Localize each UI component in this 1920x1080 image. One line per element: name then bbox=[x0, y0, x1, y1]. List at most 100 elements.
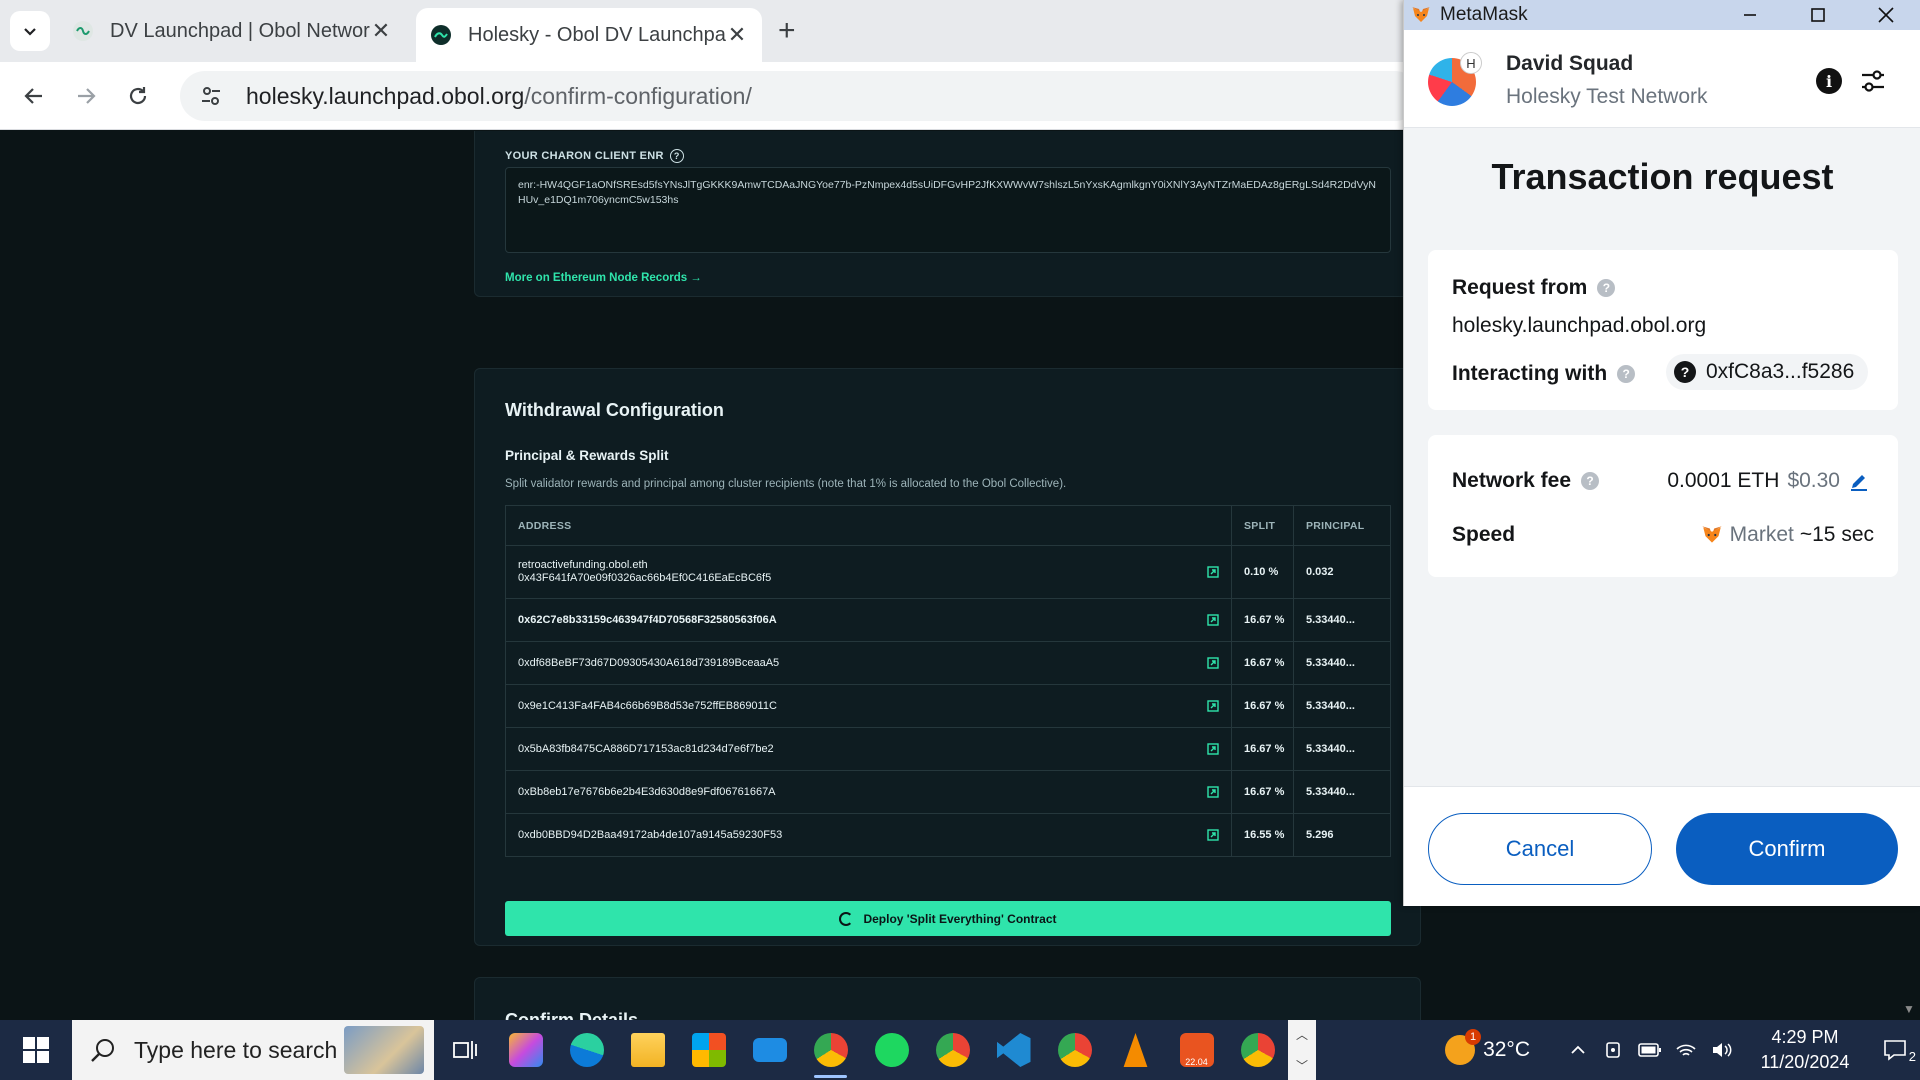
network-fee-label-text: Network fee bbox=[1452, 469, 1572, 492]
maximize-button[interactable] bbox=[1784, 0, 1852, 30]
close-tab-icon[interactable]: ✕ bbox=[726, 22, 748, 48]
forward-button[interactable] bbox=[66, 76, 106, 116]
notification-icon bbox=[1884, 1040, 1906, 1061]
address-bar[interactable]: holesky.launchpad.obol.org/confirm-confi… bbox=[180, 71, 1420, 121]
close-icon bbox=[1878, 7, 1894, 23]
battery-icon[interactable] bbox=[1632, 1042, 1668, 1058]
meet-now-icon[interactable] bbox=[1596, 1040, 1632, 1060]
chevron-up-icon[interactable]: ︿ bbox=[1296, 1026, 1308, 1043]
recipient-address: 0xdf68BeBF73d67D09305430A618d739189Bceaa… bbox=[518, 656, 780, 669]
fee-card: Network fee ? 0.0001 ETH $0.30 Speed Mar… bbox=[1428, 435, 1898, 577]
windows-logo-icon bbox=[23, 1037, 49, 1063]
help-icon[interactable]: ? bbox=[1617, 365, 1636, 383]
external-link-icon[interactable] bbox=[1207, 566, 1219, 578]
system-tray: 1 32°C 4:29 PM 11/20/2024 2 bbox=[1445, 1020, 1920, 1080]
taskbar-app-vlc[interactable] bbox=[1105, 1020, 1166, 1080]
help-icon[interactable]: ? bbox=[669, 149, 684, 163]
site-info-button[interactable] bbox=[186, 71, 236, 121]
cancel-button[interactable]: Cancel bbox=[1428, 813, 1652, 885]
windows-taskbar: Type here to search 22.04 ︿ ﹀ 1 32°C 4:2… bbox=[0, 1020, 1920, 1080]
task-view-button[interactable] bbox=[434, 1020, 495, 1080]
chrome-icon bbox=[1057, 1033, 1092, 1067]
taskbar-overflow-scroller[interactable]: ︿ ﹀ bbox=[1288, 1020, 1316, 1080]
clock-time: 4:29 PM bbox=[1771, 1027, 1839, 1047]
start-button[interactable] bbox=[0, 1020, 72, 1080]
tab-dv-launchpad[interactable]: DV Launchpad | Obol Network ✕ bbox=[58, 8, 406, 54]
taskbar-app-chrome[interactable] bbox=[800, 1020, 861, 1080]
close-window-button[interactable] bbox=[1852, 0, 1920, 30]
edit-pencil-icon[interactable] bbox=[1848, 470, 1870, 492]
interacting-with-label: Interacting with ? bbox=[1452, 362, 1636, 386]
info-icon[interactable]: i bbox=[1816, 68, 1842, 94]
taskbar-app-vscode[interactable] bbox=[983, 1020, 1044, 1080]
vlc-icon bbox=[1123, 1033, 1148, 1067]
back-button[interactable] bbox=[14, 76, 54, 116]
copilot-icon bbox=[508, 1033, 543, 1067]
external-link-icon[interactable] bbox=[1207, 743, 1219, 755]
search-placeholder: Type here to search bbox=[134, 1036, 338, 1063]
sun-icon: 1 bbox=[1445, 1029, 1482, 1065]
external-link-icon[interactable] bbox=[1207, 786, 1219, 798]
taskbar-search-box[interactable]: Type here to search bbox=[72, 1020, 434, 1080]
wifi-icon[interactable] bbox=[1668, 1041, 1704, 1059]
account-name: David Squad bbox=[1506, 52, 1634, 75]
recipient-address: 0x5bA83fb8475CA886D717153ac81d234d7e6f7b… bbox=[518, 742, 774, 755]
external-link-icon[interactable] bbox=[1207, 700, 1219, 712]
volume-icon[interactable] bbox=[1704, 1041, 1740, 1059]
split-cell: 16.67 % bbox=[1231, 684, 1294, 728]
tune-icon bbox=[202, 87, 220, 105]
help-icon[interactable]: ? bbox=[1597, 279, 1616, 297]
deploy-split-contract-button[interactable]: Deploy 'Split Everything' Contract bbox=[505, 901, 1391, 936]
help-icon[interactable]: ? bbox=[1581, 472, 1600, 490]
notification-count: 2 bbox=[1908, 1049, 1916, 1064]
notification-center-button[interactable]: 2 bbox=[1870, 1038, 1920, 1064]
url-path: /confirm-configuration/ bbox=[524, 82, 752, 109]
deploy-label: Deploy 'Split Everything' Contract bbox=[863, 911, 1057, 926]
principal-cell: 5.33440... bbox=[1293, 684, 1391, 728]
address-cell: 0xdb0BBD94D2Baa49172ab4de107a9145a59230F… bbox=[505, 813, 1232, 857]
taskbar-app-ubuntu[interactable]: 22.04 bbox=[1166, 1020, 1227, 1080]
scroll-down-arrow-icon[interactable]: ▼ bbox=[1903, 1002, 1915, 1016]
external-link-icon[interactable] bbox=[1207, 829, 1219, 841]
withdrawal-title: Withdrawal Configuration bbox=[505, 400, 724, 420]
enr-textarea[interactable]: enr:-HW4QGF1aONfSREsd5fsYNsJlTgGKKK9AmwT… bbox=[505, 167, 1391, 253]
close-tab-icon[interactable]: ✕ bbox=[370, 18, 392, 44]
ethereum-node-records-link[interactable]: More on Ethereum Node Records → bbox=[505, 272, 702, 284]
principal-cell: 5.33440... bbox=[1293, 770, 1391, 814]
external-link-icon[interactable] bbox=[1207, 614, 1219, 626]
taskbar-app-copilot[interactable] bbox=[495, 1020, 556, 1080]
network-name: Holesky Test Network bbox=[1506, 85, 1708, 108]
taskbar-app-mail[interactable] bbox=[739, 1020, 800, 1080]
taskbar-app-chrome-s[interactable] bbox=[1227, 1020, 1288, 1080]
taskbar-app-store[interactable] bbox=[678, 1020, 739, 1080]
tab-search-button[interactable] bbox=[10, 11, 50, 51]
confirm-button[interactable]: Confirm bbox=[1676, 813, 1898, 885]
split-cell: 16.67 % bbox=[1231, 641, 1294, 685]
sliders-icon[interactable] bbox=[1858, 66, 1888, 96]
folder-icon bbox=[630, 1033, 665, 1067]
speed-value: Market ~15 sec bbox=[1700, 523, 1874, 547]
weather-widget[interactable]: 1 32°C bbox=[1445, 1029, 1530, 1065]
address-cell: 0xdf68BeBF73d67D09305430A618d739189Bceaa… bbox=[505, 641, 1232, 685]
minimize-button[interactable] bbox=[1716, 0, 1784, 30]
taskbar-app-chrome-profile[interactable] bbox=[922, 1020, 983, 1080]
taskbar-app-file-explorer[interactable] bbox=[617, 1020, 678, 1080]
new-tab-button[interactable]: + bbox=[778, 14, 796, 48]
reload-button[interactable] bbox=[118, 76, 158, 116]
taskbar-app-spotify[interactable] bbox=[861, 1020, 922, 1080]
tab-holesky-launchpad[interactable]: Holesky - Obol DV Launchpad ✕ bbox=[416, 8, 762, 62]
table-row: 0x5bA83fb8475CA886D717153ac81d234d7e6f7b… bbox=[505, 727, 1391, 771]
taskbar-app-chrome-e[interactable] bbox=[1044, 1020, 1105, 1080]
external-link-icon[interactable] bbox=[1207, 657, 1219, 669]
chevron-down-icon[interactable]: ﹀ bbox=[1296, 1057, 1308, 1074]
fee-eth: 0.0001 ETH bbox=[1667, 469, 1780, 492]
store-icon bbox=[691, 1033, 726, 1067]
url-host: holesky.launchpad.obol.org bbox=[246, 82, 525, 109]
show-hidden-icons-button[interactable] bbox=[1560, 1041, 1596, 1059]
taskbar-app-edge[interactable] bbox=[556, 1020, 617, 1080]
fox-icon bbox=[1701, 526, 1722, 543]
weather-temp: 32°C bbox=[1483, 1038, 1530, 1061]
system-clock[interactable]: 4:29 PM 11/20/2024 bbox=[1740, 1025, 1870, 1075]
column-header-address: ADDRESS bbox=[505, 505, 1232, 546]
contract-address-pill[interactable]: ? 0xfC8a3...f5286 bbox=[1666, 354, 1869, 390]
